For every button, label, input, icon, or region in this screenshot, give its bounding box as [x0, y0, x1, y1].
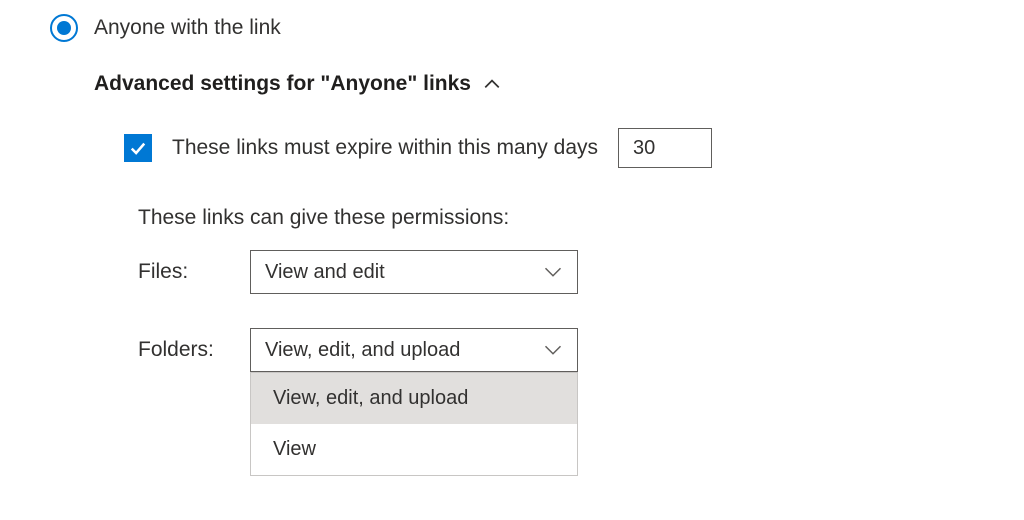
expire-label: These links must expire within this many…: [172, 136, 598, 160]
radio-selected-dot: [57, 21, 71, 35]
permissions-description: These links can give these permissions:: [138, 206, 1024, 230]
files-permission-select[interactable]: View and edit: [250, 250, 578, 294]
chevron-down-icon: [543, 262, 563, 282]
expire-days-input[interactable]: [618, 128, 712, 168]
expire-checkbox[interactable]: [124, 134, 152, 162]
files-label: Files:: [138, 260, 250, 284]
folders-permission-dropdown: View, edit, and upload View: [250, 372, 578, 476]
check-icon: [128, 138, 148, 158]
anyone-link-radio[interactable]: [50, 14, 78, 42]
chevron-up-icon: [483, 75, 501, 93]
folders-option-view[interactable]: View: [251, 424, 577, 475]
folders-permission-select[interactable]: View, edit, and upload: [250, 328, 578, 372]
advanced-settings-heading: Advanced settings for "Anyone" links: [94, 72, 471, 96]
folders-permission-value: View, edit, and upload: [265, 339, 543, 362]
anyone-link-label: Anyone with the link: [94, 16, 281, 40]
advanced-settings-toggle[interactable]: Advanced settings for "Anyone" links: [94, 72, 1024, 96]
folders-label: Folders:: [138, 338, 250, 362]
files-permission-value: View and edit: [265, 261, 543, 284]
chevron-down-icon: [543, 340, 563, 360]
folders-option-view-edit-upload[interactable]: View, edit, and upload: [251, 373, 577, 424]
